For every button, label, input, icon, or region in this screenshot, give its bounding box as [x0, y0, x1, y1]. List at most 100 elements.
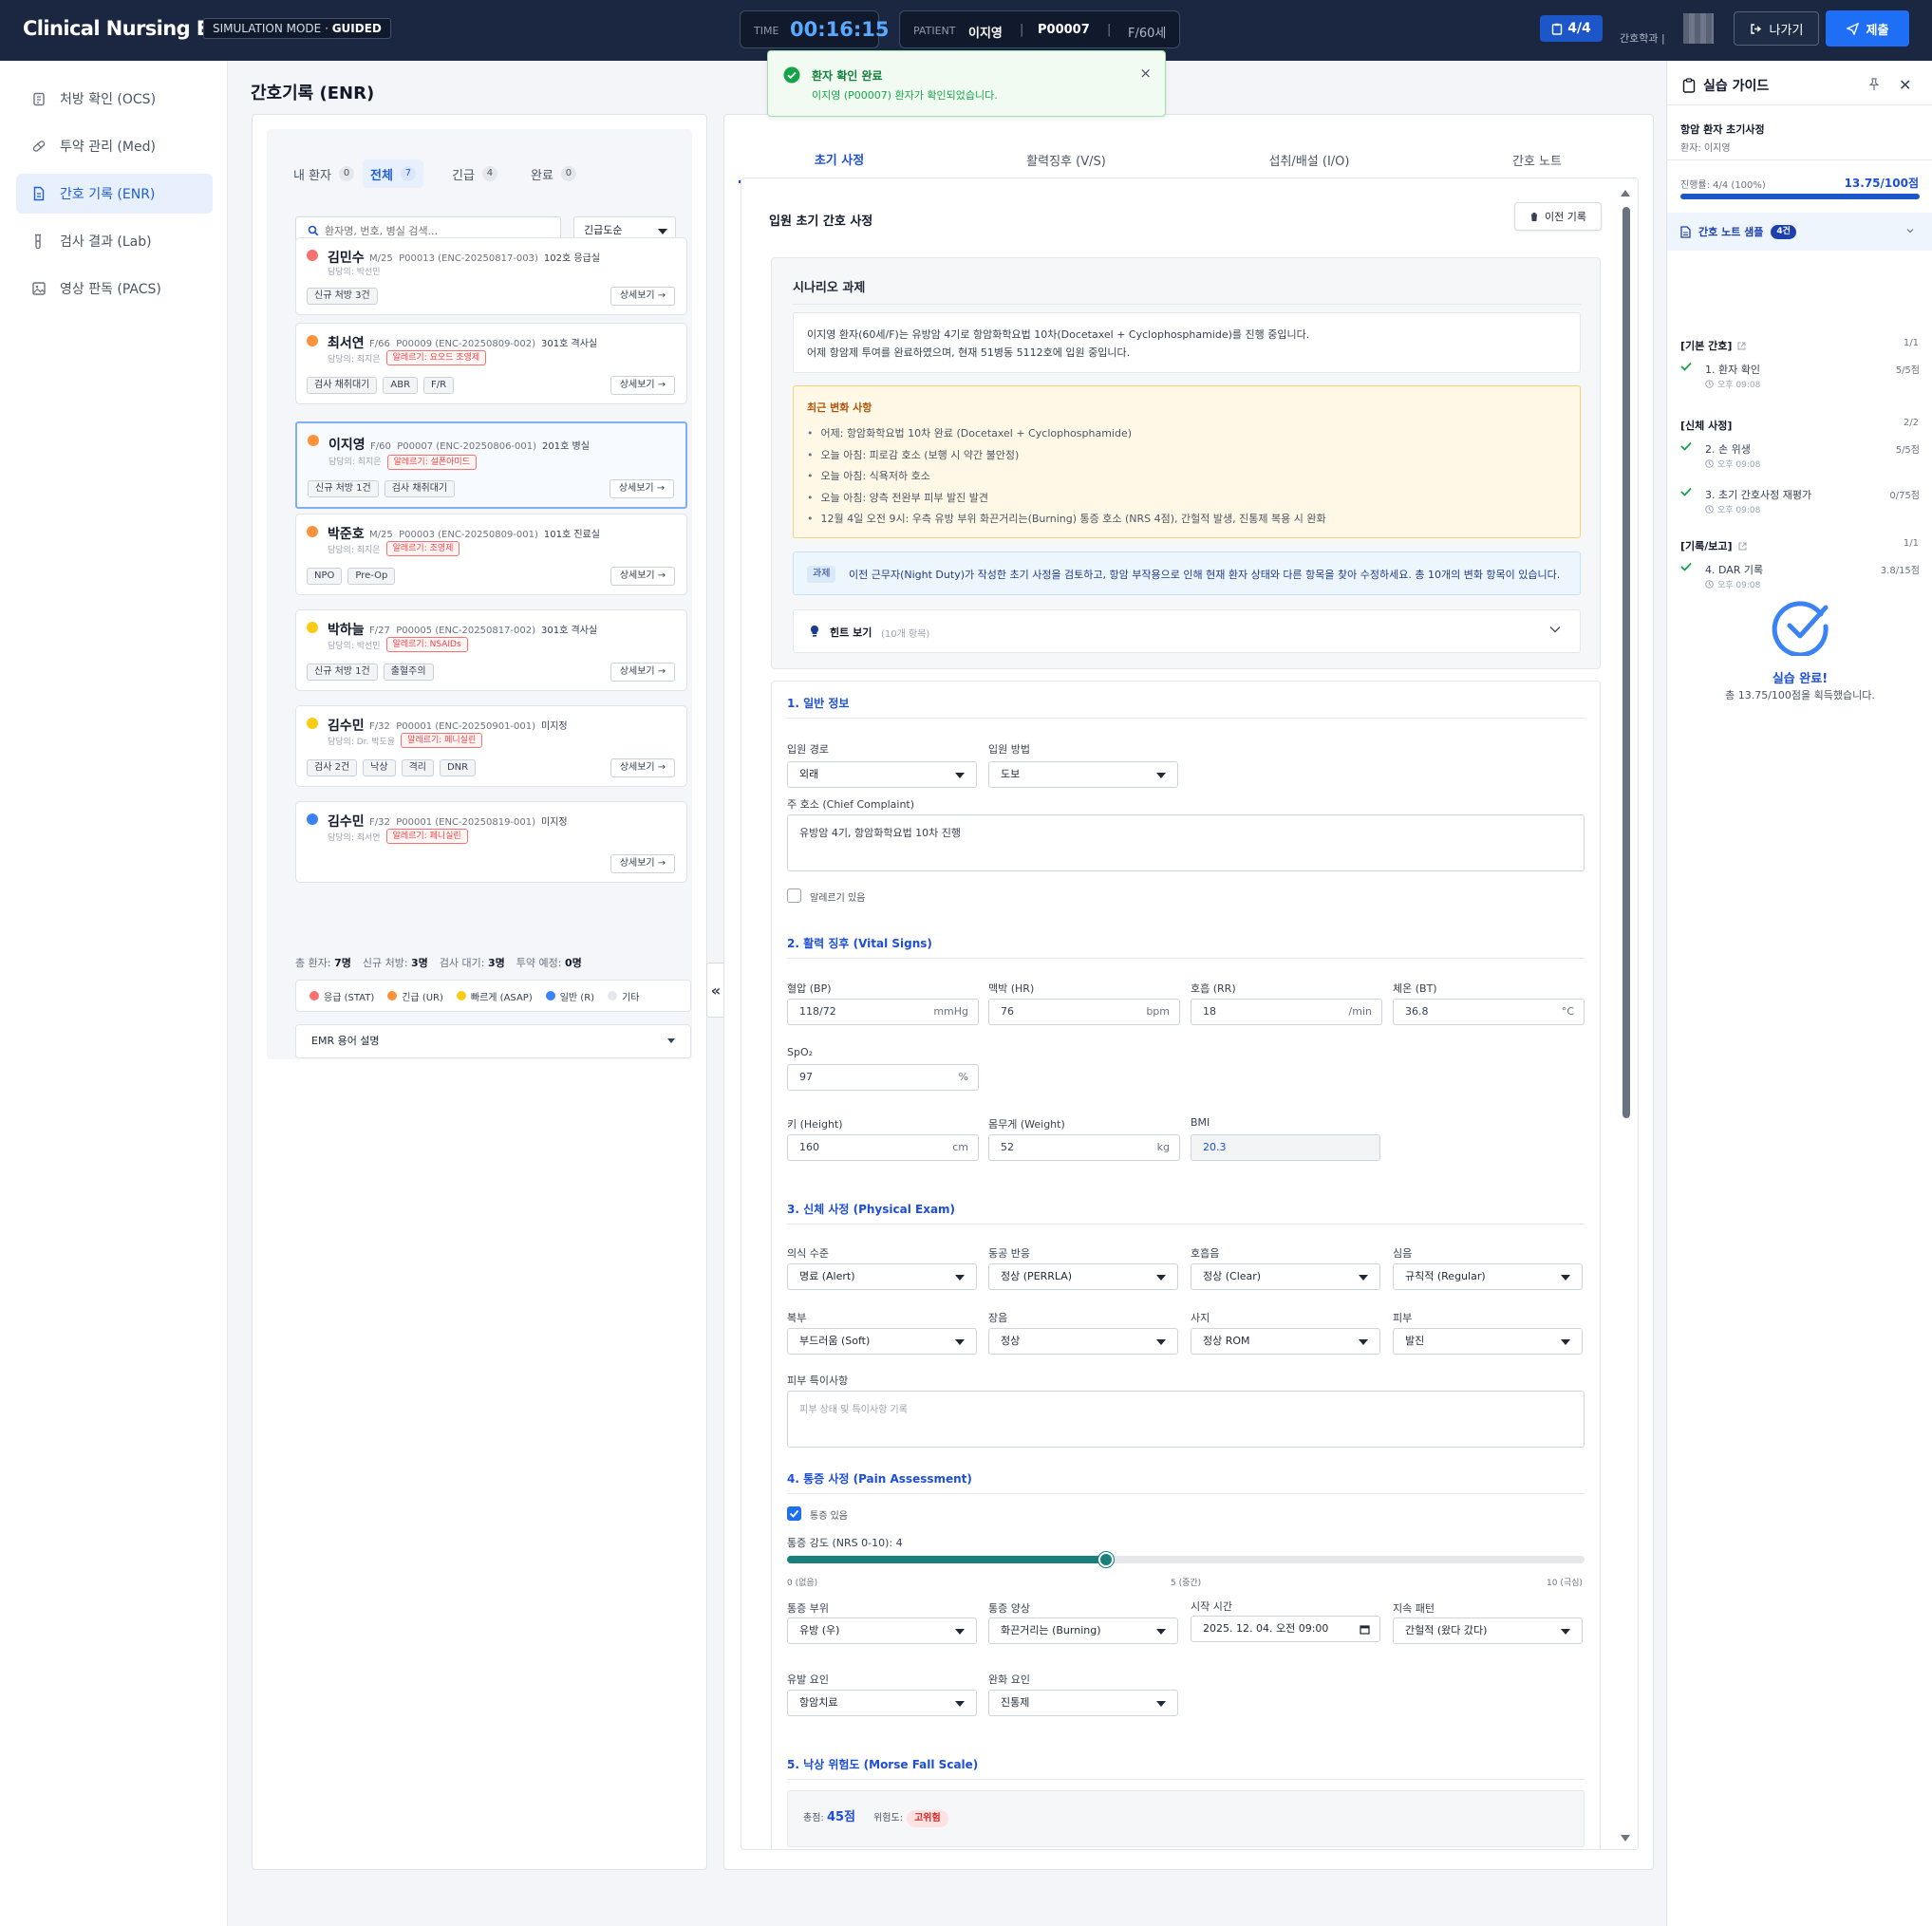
tab-intake-output[interactable]: 섭취/배설 (I/O) — [1209, 138, 1410, 183]
collapse-panel-button[interactable]: « — [706, 963, 725, 1018]
pain-quality-select[interactable]: 화끈거리는 (Burning) — [988, 1617, 1178, 1644]
detail-button[interactable]: 상세보기 → — [610, 287, 675, 306]
toast-close-button[interactable]: × — [1139, 65, 1152, 82]
bt-field[interactable]: 36.8 °C — [1393, 999, 1585, 1025]
tab-my-patients[interactable]: 내 환자 0 — [286, 159, 362, 188]
relieving-factor-select[interactable]: 진통제 — [988, 1690, 1178, 1716]
patient-card[interactable]: 김수민 F/32 P00001 (ENC-20250901-001) 미지정 담당의:… — [295, 705, 687, 787]
patient-name: 박준호 — [328, 527, 365, 542]
slider-thumb[interactable] — [1098, 1552, 1114, 1567]
patient-info: F/32 P00001 (ENC-20250819-001) 미지정 — [369, 817, 568, 828]
patient-info: M/25 P00013 (ENC-20250817-003) 102호 응급실 — [369, 253, 600, 264]
sidebar-item-lab[interactable]: 검사 결과 (Lab) — [16, 221, 213, 261]
clock-icon — [1705, 380, 1714, 388]
skin-select[interactable]: 발진 — [1393, 1328, 1583, 1355]
detail-button[interactable]: 상세보기 → — [610, 567, 675, 586]
sidebar-item-enr[interactable]: 간호 기록 (ENR) — [16, 174, 213, 214]
check-circle-icon — [783, 66, 800, 84]
pupil-select[interactable]: 정상 (PERRLA) — [988, 1263, 1178, 1290]
patient-card[interactable]: 박준호 M/25 P00003 (ENC-20250809-001) 101호 진료… — [295, 514, 687, 595]
detail-button[interactable]: 상세보기 → — [610, 758, 675, 777]
risk-badge: 고위험 — [907, 1810, 948, 1827]
detail-button[interactable]: 상세보기 → — [610, 854, 675, 873]
tab-vital-signs[interactable]: 활력징후 (V/S) — [966, 138, 1167, 183]
submit-button[interactable]: 제출 — [1826, 10, 1909, 47]
nursing-note-sample-toggle[interactable]: 간호 노트 샘플 4건 — [1667, 213, 1932, 251]
scenario-box: 시나리오 과제 이지영 환자(60세/F)는 유방암 4기로 항암화학요법 10… — [771, 257, 1601, 669]
sidebar-item-ocs[interactable]: 처방 확인 (OCS) — [16, 79, 213, 119]
spo2-field[interactable]: 97% — [787, 1064, 979, 1091]
hint-toggle[interactable]: 힌트 보기 (10개 항목) — [793, 609, 1581, 653]
patient-card[interactable]: 이지영 F/60 P00007 (ENC-20250806-001) 201호 병실… — [295, 421, 687, 509]
pin-icon[interactable] — [1868, 78, 1880, 91]
detail-button[interactable]: 상세보기 → — [610, 376, 675, 395]
patient-info: M/25 P00003 (ENC-20250809-001) 101호 진료실 — [369, 530, 600, 540]
task-text: 이전 근무자(Night Duty)가 작성한 초기 사정을 검토하고, 항암 … — [849, 569, 1561, 581]
clock-icon — [1705, 459, 1714, 468]
weight-field[interactable]: 52 kg — [988, 1134, 1180, 1161]
admit-method-select[interactable]: 도보 — [988, 761, 1178, 788]
patient-card[interactable]: 김민수 M/25 P00013 (ENC-20250817-003) 102호 응급… — [295, 237, 687, 315]
bowel-sound-select[interactable]: 정상 — [988, 1328, 1178, 1355]
chief-complaint-field[interactable]: 유방암 4기, 항암화학요법 10차 진행 — [787, 814, 1585, 871]
hr-field[interactable]: 76 bpm — [988, 999, 1180, 1025]
previous-record-button[interactable]: 이전 기록 — [1514, 202, 1602, 231]
scrollbar-thumb — [1623, 207, 1630, 1118]
glossary-dropdown[interactable]: EMR 용어 설명 — [295, 1024, 691, 1058]
guide-group-count: 1/1 — [1903, 538, 1919, 549]
priority-dot — [307, 718, 318, 729]
patient-card[interactable]: 최서연 F/66 P00009 (ENC-20250809-002) 301호 격사… — [295, 323, 687, 404]
admit-route-select[interactable]: 외래 — [787, 761, 977, 788]
section-vital-signs: 2. 활력 징후 (Vital Signs) — [787, 937, 932, 950]
pill-icon — [31, 139, 47, 154]
bp-field[interactable]: 118/72 mmHg — [787, 999, 979, 1025]
breath-sound-select[interactable]: 정상 (Clear) — [1191, 1263, 1380, 1290]
check-icon — [1680, 562, 1692, 571]
skin-note-field[interactable]: 피부 상태 및 특이사항 기록 — [787, 1391, 1585, 1448]
pain-site-select[interactable]: 유방 (우) — [787, 1617, 977, 1644]
priority-dot — [307, 622, 318, 633]
aggravating-factor-select[interactable]: 항암치료 — [787, 1690, 977, 1716]
guide-item[interactable]: 3. 초기 간호사정 재평가 오후 09:08 0/75점 — [1680, 487, 1920, 519]
tab-all[interactable]: 전체 7 — [363, 159, 423, 188]
tab-nursing-note[interactable]: 간호 노트 — [1436, 138, 1638, 183]
heart-sound-select[interactable]: 규칙적 (Regular) — [1393, 1263, 1583, 1290]
patient-info: F/27 P00005 (ENC-20250817-002) 301호 격사실 — [369, 626, 598, 636]
exit-button[interactable]: 나가기 — [1734, 11, 1819, 46]
detail-button[interactable]: 상세보기 → — [610, 663, 675, 682]
close-icon[interactable]: ✕ — [1899, 76, 1911, 94]
tab-completed[interactable]: 완료 0 — [523, 159, 584, 188]
tab-urgent[interactable]: 긴급 4 — [444, 159, 505, 188]
scenario-title: 시나리오 과제 — [793, 281, 866, 295]
extremity-select[interactable]: 정상 ROM — [1191, 1328, 1380, 1355]
allergy-badge: 알레르기: 설폰아미드 — [386, 455, 477, 470]
patient-card[interactable]: 김수민 F/32 P00001 (ENC-20250819-001) 미지정 담당의:… — [295, 801, 687, 883]
consciousness-select[interactable]: 명료 (Alert) — [787, 1263, 977, 1290]
sidebar-item-pacs[interactable]: 영상 판독 (PACS) — [16, 269, 213, 309]
sidebar-item-med[interactable]: 투약 관리 (Med) — [16, 126, 213, 166]
patient-id: P00007 — [1038, 23, 1090, 37]
allergy-checkbox[interactable] — [787, 888, 801, 903]
detail-button[interactable]: 상세보기 → — [610, 479, 674, 498]
guide-item[interactable]: 1. 환자 확인 오후 09:08 5/5점 — [1680, 362, 1920, 394]
pain-intensity-slider[interactable] — [787, 1552, 1585, 1567]
pain-pattern-select[interactable]: 간헐적 (왔다 갔다) — [1393, 1617, 1583, 1644]
external-link-icon[interactable] — [1737, 342, 1746, 350]
chevron-down-icon — [1549, 626, 1561, 633]
pain-onset-field[interactable]: 2025. 12. 04. 오전 09:00 — [1191, 1616, 1380, 1642]
chevron-down-icon — [1906, 228, 1914, 234]
patient-tag: ABR — [383, 377, 419, 394]
patient-card[interactable]: 박하늘 F/27 P00005 (ENC-20250817-002) 301호 격사… — [295, 609, 687, 691]
height-field[interactable]: 160 cm — [787, 1134, 979, 1161]
priority-dot — [307, 335, 318, 346]
pain-checkbox[interactable] — [787, 1506, 801, 1521]
guide-item[interactable]: 2. 손 위생 오후 09:08 5/5점 — [1680, 441, 1920, 474]
patient-demographics: F/60세 — [1128, 27, 1167, 41]
abdomen-select[interactable]: 부드러움 (Soft) — [787, 1328, 977, 1355]
guide-item[interactable]: 4. DAR 기록 오후 09:08 3.8/15점 — [1680, 562, 1920, 594]
progress-badge[interactable]: 4/4 — [1540, 15, 1603, 42]
form-scrollbar[interactable] — [1619, 178, 1634, 1849]
rr-field[interactable]: 18/min — [1191, 999, 1382, 1025]
tab-initial-assessment[interactable]: 초기 사정 — [739, 138, 940, 183]
external-link-icon[interactable] — [1738, 542, 1747, 551]
